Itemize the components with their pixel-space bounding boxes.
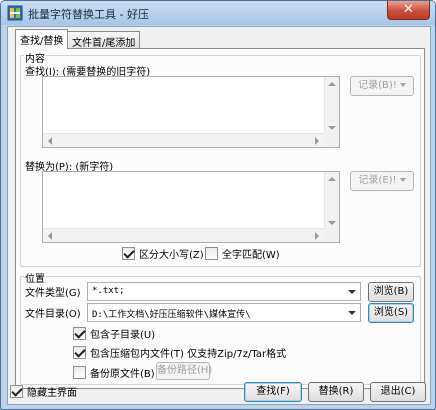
- checkbox-box[interactable]: [73, 346, 86, 359]
- file-type-combo[interactable]: *.txt;: [87, 282, 361, 301]
- file-type-value: *.txt;: [92, 286, 125, 296]
- find-hscroll[interactable]: [43, 133, 324, 147]
- app-window: 批量字符替换工具 - 好压 ✕ 查找/替换 文件首/尾添加 内容 查找(I): …: [0, 0, 436, 410]
- scroll-down-icon[interactable]: [328, 221, 336, 225]
- scroll-up-icon[interactable]: [328, 177, 336, 181]
- replace-history-label: 记录(E)!: [358, 175, 397, 186]
- scroll-left-icon[interactable]: [48, 232, 52, 240]
- scroll-corner: [324, 133, 339, 147]
- find-button[interactable]: 查找(F): [244, 382, 302, 402]
- replace-history-button[interactable]: 记录(E)!: [350, 171, 414, 191]
- tab-find-replace[interactable]: 查找/替换: [15, 29, 69, 49]
- chevron-down-icon[interactable]: [344, 283, 360, 300]
- scroll-right-icon[interactable]: [315, 137, 319, 145]
- location-group-title: 位置: [24, 270, 46, 285]
- browse-dir-label: 浏览(S): [373, 307, 409, 318]
- case-sensitive-label: 区分大小写(Z): [139, 250, 204, 261]
- chevron-down-icon: [399, 83, 406, 87]
- checkbox-box[interactable]: [73, 327, 86, 340]
- find-vscroll[interactable]: [324, 77, 339, 135]
- title-bar[interactable]: 批量字符替换工具 - 好压 ✕: [1, 1, 435, 25]
- close-button[interactable]: ✕: [387, 1, 430, 20]
- backup-files-label: 备份原文件(B): [90, 369, 155, 380]
- file-dir-label: 文件目录(O): [25, 309, 81, 320]
- file-dir-value: D:\工作文档\好压压缩软件\媒体宣传\: [92, 310, 251, 320]
- find-button-label: 查找(F): [256, 386, 290, 397]
- case-sensitive-checkbox[interactable]: 区分大小写(Z): [122, 246, 204, 261]
- replace-button-label: 替换(R): [318, 386, 354, 397]
- exit-button-label: 退出(C): [380, 386, 416, 397]
- checkbox-box[interactable]: [10, 385, 23, 398]
- exit-button[interactable]: 退出(C): [370, 382, 426, 402]
- hide-main-label: 隐藏主界面: [27, 388, 77, 399]
- whole-word-checkbox[interactable]: 全字匹配(W): [205, 246, 280, 261]
- browse-type-label: 浏览(B): [373, 286, 409, 297]
- checkbox-box[interactable]: [73, 366, 86, 379]
- scroll-up-icon[interactable]: [328, 82, 336, 86]
- window-title: 批量字符替换工具 - 好压: [28, 8, 149, 21]
- find-history-button[interactable]: 记录(B)!: [350, 76, 414, 96]
- include-subdirs-label: 包含子目录(U): [90, 330, 156, 341]
- replace-textarea[interactable]: [42, 171, 340, 243]
- browse-dir-button[interactable]: 浏览(S): [368, 303, 414, 323]
- tab-label: 查找/替换: [20, 36, 64, 47]
- scroll-corner: [324, 228, 339, 242]
- tab-header-footer[interactable]: 文件首/尾添加: [67, 31, 141, 49]
- close-icon: ✕: [403, 2, 414, 17]
- whole-word-label: 全字匹配(W): [222, 250, 280, 261]
- browse-type-button[interactable]: 浏览(B): [368, 282, 414, 302]
- replace-hscroll[interactable]: [43, 228, 324, 242]
- scroll-down-icon[interactable]: [328, 126, 336, 130]
- tab-panel: 内容 查找(I): (需要替换的旧字符) 记录(B)! 替换为(P): (新字符…: [15, 48, 425, 389]
- checkbox-box[interactable]: [205, 247, 218, 260]
- replace-button[interactable]: 替换(R): [308, 382, 364, 402]
- scroll-left-icon[interactable]: [48, 137, 52, 145]
- dialog-body: 查找/替换 文件首/尾添加 内容 查找(I): (需要替换的旧字符) 记录(B)…: [7, 26, 431, 405]
- chevron-down-icon: [399, 178, 406, 182]
- scroll-right-icon[interactable]: [315, 232, 319, 240]
- backup-path-button[interactable]: 备份路径(H): [156, 362, 213, 380]
- file-type-label: 文件类型(G): [25, 288, 81, 299]
- find-history-label: 记录(B)!: [358, 80, 397, 91]
- backup-path-label: 备份路径(H): [157, 365, 213, 376]
- backup-files-checkbox[interactable]: 备份原文件(B): [73, 365, 155, 380]
- find-textarea[interactable]: [42, 76, 340, 148]
- include-subdirs-checkbox[interactable]: 包含子目录(U): [73, 326, 155, 341]
- include-archives-checkbox[interactable]: 包含压缩包内文件(T) 仅支持Zip/7z/Tar格式: [73, 345, 286, 360]
- hide-main-checkbox[interactable]: 隐藏主界面: [10, 384, 77, 399]
- replace-vscroll[interactable]: [324, 172, 339, 230]
- include-archives-label: 包含压缩包内文件(T) 仅支持Zip/7z/Tar格式: [90, 349, 287, 360]
- app-icon: [7, 5, 23, 21]
- chevron-down-icon[interactable]: [344, 304, 360, 321]
- file-dir-combo[interactable]: D:\工作文档\好压压缩软件\媒体宣传\: [87, 303, 361, 322]
- checkbox-box[interactable]: [122, 247, 135, 260]
